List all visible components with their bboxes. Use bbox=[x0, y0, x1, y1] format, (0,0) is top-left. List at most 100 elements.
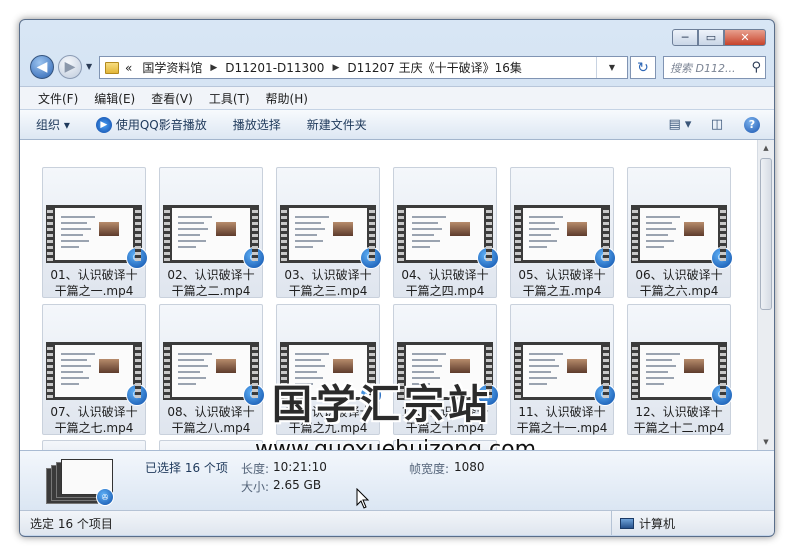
length-label: 长度: bbox=[241, 462, 270, 476]
file-name: 06、认识破译十 干篇之六.mp4 bbox=[630, 267, 728, 299]
video-thumbnail: ✇ bbox=[514, 205, 616, 269]
file-name-line: 12、认识破译十 bbox=[635, 405, 723, 419]
file-tile[interactable]: ✇ 08、认识破译十 干篇之八.mp4 bbox=[159, 304, 265, 435]
file-name-line: 干篇之十二.mp4 bbox=[633, 421, 725, 435]
scroll-thumb[interactable] bbox=[760, 158, 772, 310]
address-dropdown-icon[interactable]: ▼ bbox=[596, 57, 627, 78]
breadcrumb-range[interactable]: D11201-D11300 bbox=[225, 61, 324, 75]
watermark-url: www.guoxuehuizong.com bbox=[255, 437, 537, 450]
search-placeholder: 搜索 D112... bbox=[670, 61, 736, 75]
recent-pages-dropdown-icon[interactable]: ▼ bbox=[86, 62, 92, 71]
maximize-button[interactable]: ▭ bbox=[698, 29, 724, 46]
video-thumbnail: ✇ bbox=[280, 205, 382, 269]
file-tile[interactable] bbox=[159, 440, 263, 450]
change-view-icon[interactable]: ▤ ▾ bbox=[664, 117, 696, 133]
menu-view[interactable]: 查看(V) bbox=[143, 90, 201, 107]
computer-icon bbox=[620, 517, 634, 529]
file-name-line: 干篇之六.mp4 bbox=[639, 284, 719, 298]
file-name-line: 干篇之五.mp4 bbox=[522, 284, 602, 298]
file-tile[interactable]: ✇ 12、认识破译十 干篇之十二.mp4 bbox=[627, 304, 733, 436]
file-name-line: 干篇之七.mp4 bbox=[54, 421, 134, 435]
search-input[interactable]: 搜索 D112... ⚲ bbox=[663, 56, 766, 79]
qq-play-label: 使用QQ影音播放 bbox=[115, 118, 207, 132]
address-bar[interactable]: « 国学资料馆 ▶ D11201-D11300 ▶ D11207 王庆《十干破译… bbox=[99, 56, 628, 79]
file-name: 03、认识破译十 干篇之三.mp4 bbox=[279, 267, 377, 299]
video-thumbnail: ✇ bbox=[163, 205, 265, 269]
menu-edit[interactable]: 编辑(E) bbox=[86, 90, 143, 107]
close-button[interactable]: ✕ bbox=[724, 29, 766, 46]
watermark-title: 国学汇宗站 bbox=[272, 381, 492, 428]
search-icon[interactable]: ⚲ bbox=[751, 60, 761, 75]
details-pane: ✇ 已选择 16 个项 长度: 10:21:10 帧宽度: 1080 大小: 2… bbox=[20, 450, 774, 510]
menu-file[interactable]: 文件(F) bbox=[30, 90, 86, 107]
file-tile[interactable]: ✇ 07、认识破译十 干篇之七.mp4 bbox=[42, 304, 148, 436]
breadcrumb-current[interactable]: D11207 王庆《十干破译》16集 bbox=[347, 59, 522, 76]
menu-tools[interactable]: 工具(T) bbox=[201, 90, 258, 107]
forward-button[interactable]: ▶ bbox=[58, 55, 82, 79]
qq-play-button[interactable]: ▶ 使用QQ影音播放 bbox=[95, 116, 207, 133]
video-file-icon: ✇ bbox=[594, 384, 616, 406]
explorer-window: ─ ▭ ✕ ◀ ▶ ▼ « 国学资料馆 ▶ D11201-D11300 ▶ D1… bbox=[19, 19, 775, 537]
file-name: 12、认识破译十 干篇之十二.mp4 bbox=[630, 404, 728, 436]
file-name-line: 04、认识破译十 bbox=[401, 268, 489, 282]
file-tile[interactable]: ✇ 11、认识破译十 干篇之十一.mp4 bbox=[510, 304, 616, 435]
file-tile[interactable]: ✇ 05、认识破译十 干篇之五.mp4 bbox=[510, 167, 616, 298]
selected-count: 已选择 16 个项 bbox=[145, 461, 228, 475]
back-button[interactable]: ◀ bbox=[30, 55, 54, 79]
status-zone-label: 计算机 bbox=[639, 516, 676, 531]
breadcrumb-root[interactable]: 国学资料馆 bbox=[142, 59, 202, 76]
breadcrumb-overflow-icon[interactable]: « bbox=[125, 61, 132, 75]
file-name-line: 06、认识破译十 bbox=[635, 268, 723, 282]
view-controls: ▤ ▾ ◫ ? bbox=[652, 116, 760, 133]
thumbnail-frame bbox=[523, 208, 601, 260]
length-value: 10:21:10 bbox=[273, 460, 327, 474]
video-file-icon: ✇ bbox=[126, 384, 148, 406]
file-tile[interactable] bbox=[42, 440, 146, 450]
video-file-icon: ✇ bbox=[126, 247, 148, 269]
thumbnail-frame bbox=[55, 345, 133, 397]
scroll-down-icon[interactable]: ▼ bbox=[758, 434, 774, 450]
video-file-icon: ✇ bbox=[711, 384, 733, 406]
new-folder-button[interactable]: 新建文件夹 bbox=[307, 116, 367, 133]
scroll-up-icon[interactable]: ▲ bbox=[758, 140, 774, 156]
file-tile[interactable]: ✇ 02、认识破译十 干篇之二.mp4 bbox=[159, 167, 265, 299]
thumbnail-frame bbox=[640, 208, 718, 260]
preview-pane-icon[interactable]: ◫ bbox=[708, 117, 726, 133]
size-value: 2.65 GB bbox=[273, 478, 322, 492]
frame-width-label: 帧宽度: bbox=[409, 462, 450, 476]
thumbnail-frame bbox=[289, 208, 367, 260]
thumbnail-frame bbox=[640, 345, 718, 397]
file-name-line: 08、认识破译十 bbox=[167, 405, 255, 419]
file-tile[interactable]: ✇ 01、认识破译十 干篇之一.mp4 bbox=[42, 167, 148, 298]
size-label: 大小: bbox=[241, 480, 270, 494]
help-icon[interactable]: ? bbox=[744, 116, 760, 133]
minimize-button[interactable]: ─ bbox=[672, 29, 698, 46]
video-thumbnail: ✇ bbox=[46, 205, 148, 269]
folder-icon bbox=[105, 61, 119, 74]
breadcrumb-separator-icon[interactable]: ▶ bbox=[210, 63, 217, 73]
play-selection-button[interactable]: 播放选择 bbox=[233, 116, 281, 133]
menu-help[interactable]: 帮助(H) bbox=[258, 90, 316, 107]
file-tile[interactable]: ✇ 06、认识破译十 干篇之六.mp4 bbox=[627, 167, 733, 299]
video-thumbnail: ✇ bbox=[163, 342, 265, 406]
video-thumbnail: ✇ bbox=[631, 342, 733, 406]
video-file-icon: ✇ bbox=[243, 247, 265, 269]
video-thumbnail: ✇ bbox=[397, 205, 499, 269]
file-tile[interactable]: ✇ 03、认识破译十 干篇之三.mp4 bbox=[276, 167, 382, 299]
file-name-line: 干篇之四.mp4 bbox=[405, 284, 485, 298]
refresh-button[interactable]: ↻ bbox=[630, 56, 656, 79]
vertical-scrollbar[interactable]: ▲ ▼ bbox=[757, 140, 774, 450]
status-bar: 选定 16 个项目 计算机 bbox=[20, 510, 774, 535]
video-thumbnail: ✇ bbox=[46, 342, 148, 406]
file-name: 02、认识破译十 干篇之二.mp4 bbox=[162, 267, 260, 299]
thumbnail-frame bbox=[406, 208, 484, 260]
breadcrumb-separator-icon[interactable]: ▶ bbox=[332, 63, 339, 73]
video-file-icon: ✇ bbox=[477, 247, 499, 269]
video-file-icon: ✇ bbox=[711, 247, 733, 269]
organize-button[interactable]: 组织 ▾ bbox=[36, 116, 70, 133]
video-file-icon: ✇ bbox=[360, 247, 382, 269]
file-name: 07、认识破译十 干篇之七.mp4 bbox=[45, 404, 143, 436]
file-name: 04、认识破译十 干篇之四.mp4 bbox=[396, 267, 494, 299]
file-name-line: 干篇之十一.mp4 bbox=[516, 421, 608, 435]
file-tile[interactable]: ✇ 04、认识破译十 干篇之四.mp4 bbox=[393, 167, 499, 299]
